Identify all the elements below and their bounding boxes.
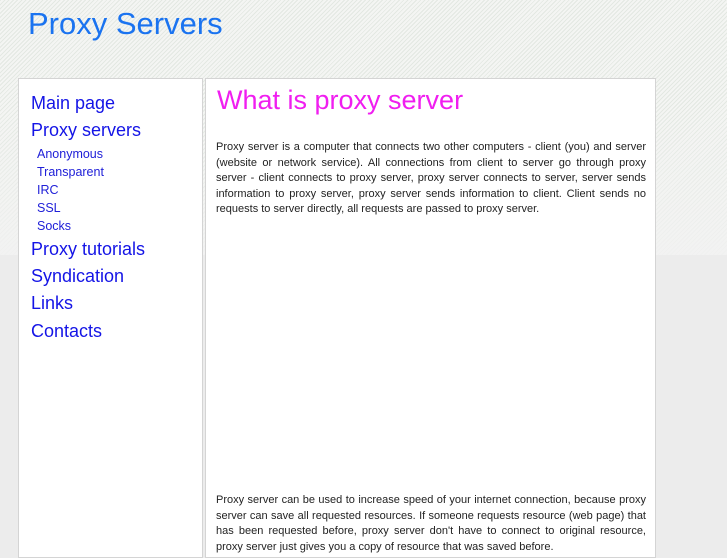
sidebar-item-links[interactable]: Links — [31, 290, 145, 317]
paragraph: Proxy server is a computer that connects… — [216, 141, 646, 216]
main-content: What is proxy server Proxy server is a c… — [205, 78, 656, 558]
sidebar-item-syndication[interactable]: Syndication — [31, 263, 145, 290]
sidebar-subitem-ssl[interactable]: SSL — [37, 199, 145, 217]
sidebar-subitem-socks[interactable]: Socks — [37, 217, 145, 235]
sidebar-item-main-page[interactable]: Main page — [31, 90, 145, 117]
sidebar-item-proxy-tutorials[interactable]: Proxy tutorials — [31, 236, 145, 263]
site-title[interactable]: Proxy Servers — [28, 6, 223, 42]
sidebar-subitem-irc[interactable]: IRC — [37, 181, 145, 199]
paragraph: Proxy server can be used to increase spe… — [216, 494, 646, 553]
sidebar: Main page Proxy servers Anonymous Transp… — [18, 78, 203, 558]
blank-ad-space — [216, 229, 646, 479]
sidebar-nav: Main page Proxy servers Anonymous Transp… — [31, 90, 145, 345]
sidebar-subitem-anonymous[interactable]: Anonymous — [37, 145, 145, 163]
sidebar-item-contacts[interactable]: Contacts — [31, 318, 145, 345]
sidebar-item-proxy-servers[interactable]: Proxy servers — [31, 117, 145, 144]
sidebar-subnav-proxy-servers: Anonymous Transparent IRC SSL Socks — [31, 145, 145, 236]
page-title: What is proxy server — [217, 85, 464, 115]
sidebar-subitem-transparent[interactable]: Transparent — [37, 163, 145, 181]
